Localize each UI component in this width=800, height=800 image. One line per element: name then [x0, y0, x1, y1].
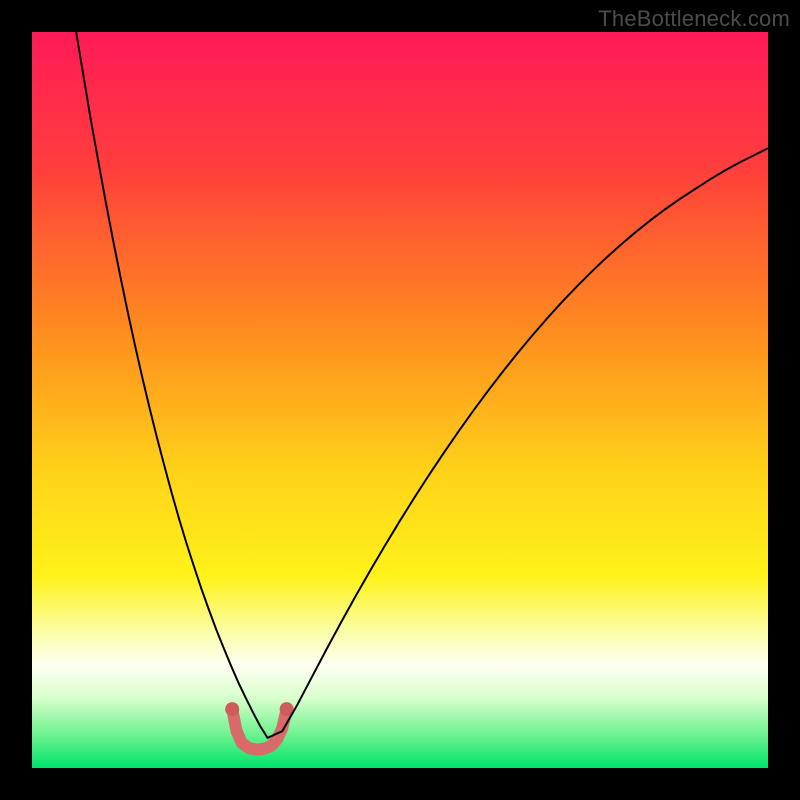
bottleneck-chart [32, 32, 768, 768]
watermark-text: TheBottleneck.com [598, 6, 790, 32]
chart-frame: TheBottleneck.com [0, 0, 800, 800]
plot-area [32, 32, 768, 768]
gradient-background [32, 32, 768, 768]
valley-dot-0 [225, 702, 239, 716]
